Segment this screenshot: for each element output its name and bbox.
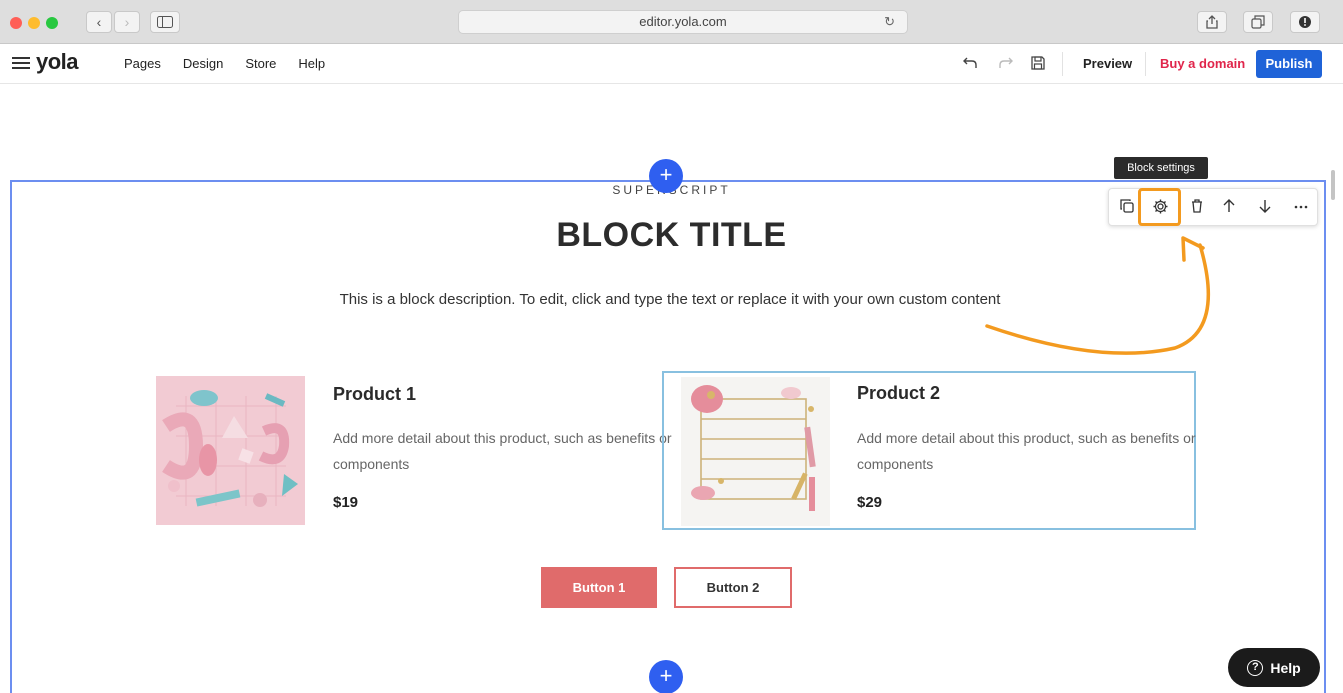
extension-button[interactable] <box>1290 11 1320 33</box>
product-description-2[interactable]: Add more detail about this product, such… <box>857 425 1197 477</box>
tabs-overview-button[interactable] <box>1243 11 1273 33</box>
menu-item-pages[interactable]: Pages <box>124 56 161 71</box>
share-icon <box>1206 15 1218 29</box>
chevron-left-icon: ‹ <box>96 14 102 30</box>
buy-domain-link[interactable]: Buy a domain <box>1160 56 1245 71</box>
toolbar-divider <box>1062 52 1063 76</box>
address-bar[interactable]: editor.yola.com ↻ <box>458 10 908 34</box>
block-button-1[interactable]: Button 1 <box>541 567 657 608</box>
redo-icon[interactable] <box>998 55 1014 71</box>
maximize-window-button[interactable] <box>46 17 58 29</box>
toolbar-divider <box>1145 52 1146 76</box>
product-image-1[interactable] <box>156 376 305 525</box>
editor-toolbar: yola Pages Design Store Help Preview Buy… <box>0 44 1343 84</box>
product-price-1[interactable]: $19 <box>333 494 358 511</box>
tabs-icon <box>1251 15 1265 29</box>
trash-icon[interactable] <box>1189 198 1205 214</box>
duplicate-icon[interactable] <box>1119 198 1135 214</box>
plus-icon: + <box>659 663 673 688</box>
product-price-2[interactable]: $29 <box>857 494 882 511</box>
add-block-below-button[interactable]: + <box>649 660 683 693</box>
save-icon[interactable] <box>1030 55 1046 71</box>
product-card-2[interactable]: Product 2 Add more detail about this pro… <box>662 371 1196 530</box>
forward-button[interactable]: › <box>114 11 140 33</box>
plus-icon: + <box>659 162 673 187</box>
extension-icon <box>1299 16 1311 28</box>
undo-icon[interactable] <box>962 55 978 71</box>
url-text: editor.yola.com <box>639 14 727 29</box>
preview-button[interactable]: Preview <box>1083 56 1132 71</box>
block-description[interactable]: This is a block description. To edit, cl… <box>330 286 1010 313</box>
arrow-down-icon[interactable] <box>1257 198 1273 214</box>
product-card-1[interactable]: Product 1 Add more detail about this pro… <box>156 376 672 526</box>
help-button[interactable]: ? Help <box>1228 648 1320 687</box>
menu-item-help[interactable]: Help <box>298 56 325 71</box>
sidebar-toggle-button[interactable] <box>150 11 180 33</box>
more-icon[interactable] <box>1293 195 1309 215</box>
browser-toolbar: ‹ › editor.yola.com ↻ <box>0 0 1343 44</box>
close-window-button[interactable] <box>10 17 22 29</box>
product-title-1[interactable]: Product 1 <box>333 384 416 405</box>
add-block-above-button[interactable]: + <box>649 159 683 193</box>
arrow-up-icon[interactable] <box>1221 198 1237 214</box>
back-button[interactable]: ‹ <box>86 11 112 33</box>
reload-icon[interactable]: ↻ <box>884 11 895 33</box>
block-button-2[interactable]: Button 2 <box>674 567 792 608</box>
hamburger-menu-icon[interactable] <box>12 54 30 72</box>
sidebar-icon <box>157 16 173 28</box>
product-title-2[interactable]: Product 2 <box>857 383 940 404</box>
chevron-right-icon: › <box>124 14 130 30</box>
yola-logo[interactable]: yola <box>36 49 79 75</box>
question-icon: ? <box>1247 659 1264 676</box>
publish-button[interactable]: Publish <box>1256 50 1322 78</box>
help-label: Help <box>1270 659 1301 676</box>
menu-item-design[interactable]: Design <box>183 56 223 71</box>
gear-highlight-box <box>1138 188 1181 226</box>
main-menu: Pages Design Store Help <box>124 56 325 71</box>
product-description-1[interactable]: Add more detail about this product, such… <box>333 425 673 477</box>
share-button[interactable] <box>1197 11 1227 33</box>
block-settings-tooltip: Block settings <box>1114 157 1208 179</box>
product-image-2[interactable] <box>681 377 830 526</box>
minimize-window-button[interactable] <box>28 17 40 29</box>
menu-item-store[interactable]: Store <box>245 56 276 71</box>
